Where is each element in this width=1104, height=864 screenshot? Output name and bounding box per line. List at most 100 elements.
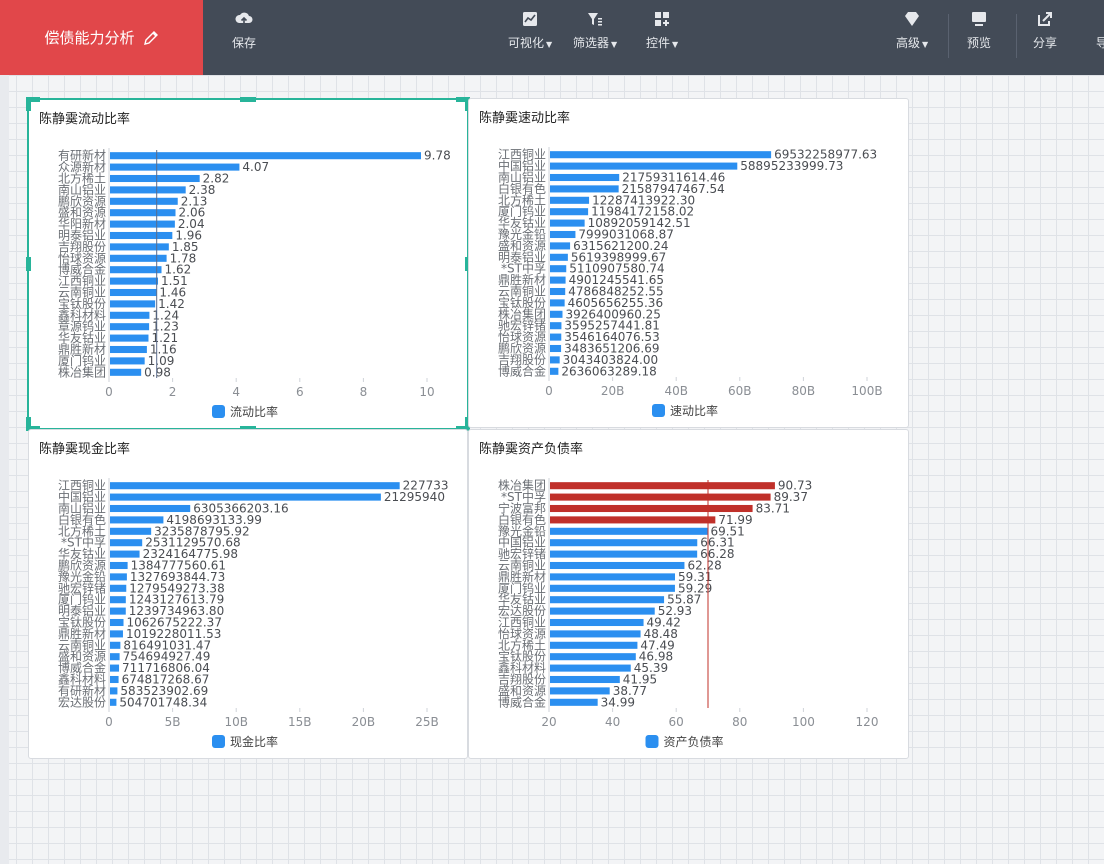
bar — [110, 653, 120, 661]
bar — [550, 618, 644, 627]
bar — [110, 220, 175, 228]
bar — [110, 516, 164, 524]
save-button[interactable]: 保存 — [232, 10, 256, 51]
chart-icon — [523, 12, 538, 26]
data-label: 21295940 — [384, 490, 445, 504]
bar — [550, 596, 665, 604]
resize-handle[interactable] — [240, 97, 256, 102]
bar — [110, 323, 150, 331]
bar — [550, 344, 562, 353]
bar — [550, 242, 571, 250]
x-tick-label: 80B — [792, 384, 816, 398]
x-tick-label: 20B — [601, 384, 625, 398]
bar — [550, 504, 753, 513]
bar — [110, 357, 145, 365]
bar — [550, 493, 771, 501]
data-label: 34.99 — [601, 695, 635, 709]
filter-icon — [588, 13, 603, 26]
bar — [110, 584, 127, 592]
x-tick-label: 2 — [169, 385, 177, 399]
bar-chart-quick-ratio: 江西铜业 69532258977.63中国铝业 58895233999.73南山铝业… — [498, 147, 883, 418]
chart-panel-current-ratio[interactable]: 陈静霙流动比率 有研新材 9.78 众源新材 4.07 北方稀土 2.82 南山铝业 2.38… — [26, 97, 470, 431]
bar — [550, 687, 610, 695]
data-label: 58895233999.73 — [740, 159, 843, 173]
data-label: 83.71 — [756, 502, 790, 516]
widget-label: 控件 — [646, 36, 671, 50]
bar — [110, 163, 240, 171]
bar — [550, 653, 636, 661]
bar — [110, 300, 156, 308]
filter-label: 筛选器 — [573, 36, 610, 50]
category-label: 宏达股份 — [58, 694, 106, 709]
save-label: 保存 — [232, 36, 257, 50]
x-tick-label: 15B — [288, 715, 312, 729]
toolbar-divider — [948, 14, 949, 58]
bar — [110, 345, 147, 354]
legend-label: 资产负债率 — [664, 734, 724, 749]
bar — [550, 664, 631, 672]
bar — [550, 698, 598, 706]
preview-button[interactable]: 预览 — [967, 10, 991, 51]
widget-button[interactable]: 控件 ▼ — [646, 10, 678, 51]
bar — [110, 687, 118, 695]
bar — [550, 367, 559, 375]
filter-button[interactable]: 筛选器 ▼ — [573, 10, 617, 51]
x-tick-label: 0 — [105, 715, 113, 729]
visualize-button[interactable]: 可视化 ▼ — [508, 10, 552, 51]
x-tick-label: 80 — [732, 715, 747, 729]
bar — [110, 266, 162, 274]
bar — [550, 675, 620, 684]
x-tick-label: 10B — [224, 715, 248, 729]
chart-panel-debt-ratio[interactable]: 陈静霙资产负债率 株冶集团 90.73 *ST中孚 89.37 宁波富邦 83.71 白银有… — [468, 429, 909, 759]
bar — [550, 310, 563, 318]
bar — [550, 584, 675, 592]
x-tick-label: 25B — [415, 715, 439, 729]
bar — [550, 185, 619, 193]
bar — [110, 334, 149, 342]
x-tick-label: 100 — [792, 715, 815, 729]
bar — [110, 186, 186, 194]
bar — [110, 288, 157, 297]
bar — [550, 253, 568, 261]
bar — [550, 516, 716, 524]
data-label: 0.98 — [144, 365, 171, 379]
bar — [110, 254, 167, 262]
advanced-button[interactable]: 高级 ▼ — [896, 10, 928, 51]
share-button[interactable]: 分享 — [1033, 10, 1057, 51]
bar — [110, 277, 159, 285]
bar — [110, 311, 150, 319]
legend-swatch — [645, 735, 659, 748]
bar — [110, 209, 176, 217]
legend-swatch — [652, 404, 665, 417]
legend-swatch — [212, 735, 225, 748]
report-title[interactable]: 偿债能力分析 — [0, 0, 203, 75]
x-tick-label: 40 — [605, 715, 620, 729]
bar — [110, 504, 191, 513]
bar — [550, 208, 589, 216]
bar — [110, 641, 121, 649]
x-tick-label: 8 — [360, 385, 368, 399]
bar — [110, 493, 381, 501]
bar — [550, 539, 698, 547]
resize-handle[interactable] — [26, 97, 31, 111]
bar — [110, 573, 127, 581]
canvas-gutter — [0, 75, 9, 864]
chart-panel-quick-ratio[interactable]: 陈静霙速动比率 江西铜业 69532258977.63 中国铝业 5889523399… — [468, 98, 909, 428]
data-label: 2636063289.18 — [561, 364, 656, 378]
legend-swatch — [212, 405, 225, 418]
resize-handle[interactable] — [26, 257, 31, 271]
x-tick-label: 60B — [728, 384, 752, 398]
bar — [110, 174, 200, 183]
preview-label: 预览 — [967, 36, 992, 50]
export-button[interactable]: 导 — [1093, 10, 1104, 51]
bar — [550, 299, 565, 307]
share-icon — [1038, 12, 1052, 26]
category-label: 博威合金 — [498, 694, 546, 709]
x-tick-label: 100B — [851, 384, 882, 398]
legend-label: 速动比率 — [670, 403, 718, 418]
data-label: 504701748.34 — [119, 695, 207, 709]
top-toolbar: 偿债能力分析 保存 可视化 ▼ 筛选器 ▼ 控件 ▼ 高级 ▼ 预览 分享 导 — [0, 0, 1104, 75]
edit-icon[interactable] — [143, 30, 159, 46]
x-tick-label: 4 — [232, 385, 240, 399]
chart-panel-cash-ratio[interactable]: 陈静霙现金比率 江西铜业 227733 中国铝业 21295940 南山铝业 630536… — [28, 429, 468, 759]
